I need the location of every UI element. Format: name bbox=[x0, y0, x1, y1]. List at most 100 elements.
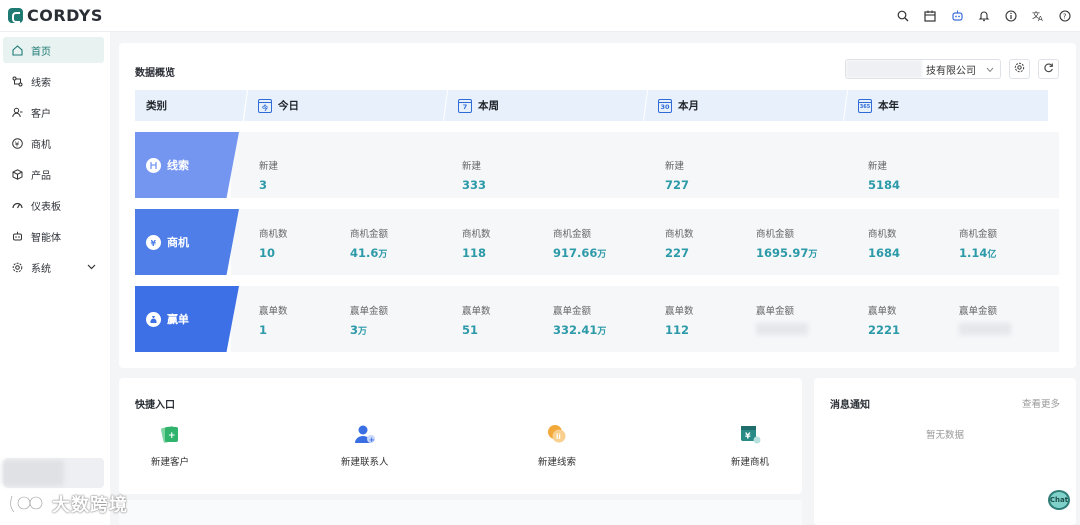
metric-number: 227 bbox=[665, 246, 690, 260]
lower-panel-edge bbox=[119, 500, 802, 525]
metric-value: 118 bbox=[462, 246, 491, 260]
metric-label: 新建 bbox=[462, 161, 482, 172]
metric-label: 新建 bbox=[868, 161, 888, 172]
chevron-down-icon bbox=[986, 65, 994, 76]
sidebar-item-customers[interactable]: 客户 bbox=[3, 99, 104, 125]
watermark: 大数跨境 bbox=[8, 491, 128, 517]
chat-icon: Chat bbox=[1049, 496, 1069, 504]
metric: 商机数 1684 bbox=[868, 226, 900, 260]
new-lead-icon: li bbox=[546, 423, 568, 445]
metric: 新建 5184 bbox=[868, 158, 900, 192]
metric-value: 41.6万 bbox=[350, 246, 388, 260]
calendar-today-icon: 今 bbox=[258, 98, 272, 113]
header-month-label: 本月 bbox=[678, 100, 699, 112]
svg-text:li: li bbox=[556, 433, 561, 441]
metric-number: 3 bbox=[259, 178, 268, 192]
metric-label: 新建 bbox=[259, 161, 279, 172]
sidebar-item-system[interactable]: 系统 bbox=[3, 254, 104, 280]
messages-panel: 消息通知 查看更多 暂无数据 bbox=[814, 378, 1076, 525]
overview-cell: 商机数 118 商机金额 917.66万 bbox=[450, 209, 653, 275]
new-opportunity-icon: ¥ bbox=[739, 423, 761, 445]
refresh-button[interactable] bbox=[1038, 59, 1059, 79]
quick-entry-panel: 快捷入口 + 新建客户 + 新建联系人 li 新建线索 ¥ 新建商机 bbox=[119, 378, 802, 494]
metric-unit: 万 bbox=[358, 327, 368, 337]
metric-value: 227 bbox=[665, 246, 694, 260]
sidebar-item-agents[interactable]: 智能体 bbox=[3, 223, 104, 249]
new-lead-button[interactable]: li 新建线索 bbox=[538, 423, 576, 468]
translate-icon[interactable]: 文A bbox=[1029, 7, 1047, 25]
top-toolbar: 文A ? bbox=[885, 7, 1074, 25]
metric-value-redacted bbox=[756, 323, 808, 335]
metric-label: 赢单金额 bbox=[959, 306, 998, 317]
metric-label: 商机金额 bbox=[350, 229, 389, 240]
metric-value: 332.41万 bbox=[553, 323, 606, 337]
metric: 赢单数 2221 bbox=[868, 303, 900, 337]
metric-value: 5184 bbox=[868, 178, 900, 192]
view-more-link[interactable]: 查看更多 bbox=[1022, 396, 1060, 410]
metric-label: 赢单数 bbox=[665, 306, 694, 317]
metric-label: 赢单金额 bbox=[756, 306, 795, 317]
metric-value: 51 bbox=[462, 323, 491, 337]
company-name-blurred bbox=[846, 60, 922, 78]
company-select[interactable]: 技有限公司 bbox=[845, 59, 1001, 79]
sidebar-item-home[interactable]: 首页 bbox=[3, 37, 104, 63]
sidebar: 首页 线索 客户 ¥ 商机 产品 仪表板 智能体 系统 ☰ bbox=[0, 32, 110, 525]
row-category-label: 赢单 bbox=[167, 313, 189, 326]
metric-label: 赢单数 bbox=[259, 306, 288, 317]
settings-button[interactable] bbox=[1009, 59, 1030, 79]
new-customer-button[interactable]: + 新建客户 bbox=[151, 423, 189, 468]
new-opportunity-button[interactable]: ¥ 新建商机 bbox=[731, 423, 769, 468]
chevron-down-icon bbox=[87, 262, 96, 273]
sidebar-item-opportunities[interactable]: ¥ 商机 bbox=[3, 130, 104, 156]
logo-text: CORDYS bbox=[27, 6, 103, 25]
info-icon[interactable] bbox=[1002, 7, 1020, 25]
overview-cell: 赢单数 2221 赢单金额 bbox=[856, 286, 1059, 352]
row-category-label: 线索 bbox=[167, 159, 189, 172]
svg-text:+: + bbox=[369, 436, 375, 444]
svg-text:¥: ¥ bbox=[745, 432, 751, 441]
sidebar-item-products[interactable]: 产品 bbox=[3, 161, 104, 187]
chat-assistant-button[interactable]: Chat bbox=[1048, 490, 1070, 510]
avatar bbox=[2, 460, 64, 486]
metric: 商机金额 1.14亿 bbox=[959, 226, 997, 260]
metric-value: 3万 bbox=[350, 323, 388, 337]
metric: 新建 333 bbox=[462, 158, 486, 192]
metric-number: 1695.97 bbox=[756, 246, 809, 260]
metric-unit: 万 bbox=[808, 250, 818, 260]
bell-icon[interactable] bbox=[975, 7, 993, 25]
metric: 赢单金额 bbox=[959, 303, 1011, 338]
robot-icon[interactable] bbox=[948, 7, 966, 25]
lead-icon bbox=[11, 75, 23, 87]
metric-number: 727 bbox=[665, 178, 690, 192]
new-contact-button[interactable]: + 新建联系人 bbox=[341, 423, 389, 468]
search-icon[interactable] bbox=[894, 7, 912, 25]
sidebar-item-label: 系统 bbox=[31, 263, 51, 275]
agent-icon bbox=[11, 230, 23, 242]
metric-label: 赢单金额 bbox=[350, 306, 389, 317]
help-icon[interactable]: ? bbox=[1056, 7, 1074, 25]
metric: 赢单金额 332.41万 bbox=[553, 303, 606, 337]
metric-number: 2221 bbox=[868, 323, 901, 337]
metric-label: 商机金额 bbox=[553, 229, 592, 240]
header-today-label: 今日 bbox=[278, 100, 299, 112]
app-logo[interactable]: CORDYS bbox=[8, 6, 103, 25]
calendar-icon[interactable] bbox=[921, 7, 939, 25]
overview-cell: 新建 5184 bbox=[856, 132, 1059, 198]
metric-number: 1.14 bbox=[959, 246, 988, 260]
metric-value-redacted bbox=[959, 323, 1011, 335]
sidebar-item-dashboard[interactable]: 仪表板 bbox=[3, 192, 104, 218]
metric-label: 赢单金额 bbox=[553, 306, 592, 317]
new-contact-icon: + bbox=[354, 423, 376, 445]
metric: 商机金额 917.66万 bbox=[553, 226, 606, 260]
metric-label: 商机数 bbox=[868, 229, 897, 240]
metric-value: 917.66万 bbox=[553, 246, 606, 260]
metric-value: 1 bbox=[259, 323, 288, 337]
overview-cell: 新建 727 bbox=[653, 132, 856, 198]
sidebar-item-leads[interactable]: 线索 bbox=[3, 68, 104, 94]
refresh-icon bbox=[1043, 62, 1054, 76]
metric: 新建 3 bbox=[259, 158, 278, 192]
overview-row-2: 赢单 赢单数 1 赢单金额 3万 赢单数 51 赢单金额 332.41万 赢单数 112 赢单金额 赢单… bbox=[135, 286, 1059, 352]
money-bag-icon bbox=[146, 311, 161, 327]
metric-value: 1.14亿 bbox=[959, 246, 997, 260]
metric-label: 商机数 bbox=[462, 229, 491, 240]
